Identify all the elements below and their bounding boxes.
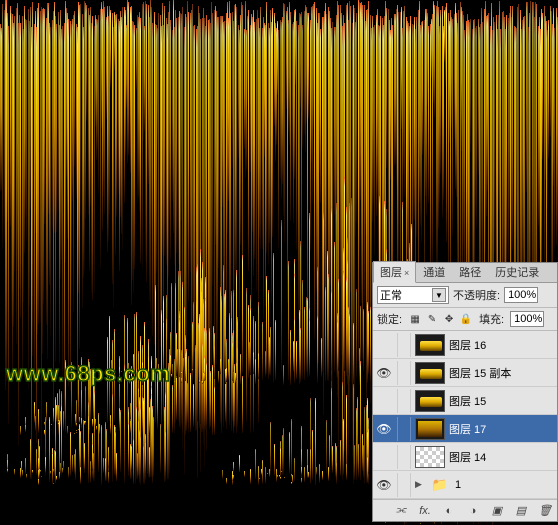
visibility-toggle[interactable]: 👁 bbox=[375, 364, 393, 382]
layer-group-row[interactable]: 👁 ▶ 📁 1 bbox=[373, 471, 557, 499]
layer-name[interactable]: 图层 15 bbox=[449, 393, 555, 409]
layer-row[interactable]: 👁 图层 15 副本 bbox=[373, 359, 557, 387]
layer-row[interactable]: 图层 15 bbox=[373, 387, 557, 415]
lock-position-icon[interactable]: ✥ bbox=[442, 312, 456, 326]
layer-thumb[interactable] bbox=[415, 334, 445, 356]
layer-name[interactable]: 图层 16 bbox=[449, 337, 555, 353]
lock-transparency-icon[interactable]: ▦ bbox=[408, 312, 422, 326]
fill-value[interactable]: 100% bbox=[510, 311, 544, 327]
layers-panel: 图层× 通道 路径 历史记录 正常 ▼ 不透明度: 100% 锁定: ▦ ✎ ✥… bbox=[372, 262, 558, 522]
lock-paint-icon[interactable]: ✎ bbox=[425, 312, 439, 326]
layer-row[interactable]: 图层 16 bbox=[373, 331, 557, 359]
link-col[interactable] bbox=[397, 361, 411, 385]
visibility-toggle[interactable] bbox=[375, 448, 393, 466]
fill-label: 填充: bbox=[479, 311, 504, 327]
watermark-text: www.68ps.com bbox=[6, 361, 170, 387]
blend-opacity-row: 正常 ▼ 不透明度: 100% bbox=[373, 283, 557, 308]
lock-fill-row: 锁定: ▦ ✎ ✥ 🔒 填充: 100% bbox=[373, 308, 557, 331]
fx-icon[interactable]: fx. bbox=[417, 503, 433, 519]
layer-thumb[interactable] bbox=[415, 390, 445, 412]
layer-list: 图层 16 👁 图层 15 副本 图层 15 👁 图层 17 图层 14 bbox=[373, 331, 557, 499]
panel-statusbar: ⫘ fx. ◐ ◑ ▣ ▤ 🗑 bbox=[373, 499, 557, 521]
visibility-toggle[interactable] bbox=[375, 336, 393, 354]
lock-all-icon[interactable]: 🔒 bbox=[459, 312, 473, 326]
folder-icon: 📁 bbox=[429, 476, 451, 494]
link-col[interactable] bbox=[397, 473, 411, 497]
tab-layers-label: 图层 bbox=[380, 267, 402, 279]
group-expand-icon[interactable]: ▶ bbox=[415, 479, 425, 490]
layer-row-selected[interactable]: 👁 图层 17 bbox=[373, 415, 557, 443]
layer-row[interactable]: 图层 14 bbox=[373, 443, 557, 471]
opacity-label: 不透明度: bbox=[453, 287, 500, 303]
tab-history[interactable]: 历史记录 bbox=[488, 261, 546, 283]
link-col[interactable] bbox=[397, 389, 411, 413]
opacity-value[interactable]: 100% bbox=[504, 287, 538, 303]
panel-tabs: 图层× 通道 路径 历史记录 bbox=[373, 263, 557, 283]
layer-thumb[interactable] bbox=[415, 446, 445, 468]
layer-name[interactable]: 图层 17 bbox=[449, 421, 555, 437]
link-col[interactable] bbox=[397, 417, 411, 441]
new-group-icon[interactable]: ▣ bbox=[489, 503, 505, 519]
link-col[interactable] bbox=[397, 333, 411, 357]
visibility-toggle[interactable]: 👁 bbox=[375, 420, 393, 438]
new-layer-icon[interactable]: ▤ bbox=[513, 503, 529, 519]
mask-icon[interactable]: ◐ bbox=[441, 503, 457, 519]
trash-icon[interactable]: 🗑 bbox=[537, 503, 553, 519]
layer-name[interactable]: 图层 15 副本 bbox=[449, 365, 555, 381]
blend-mode-value: 正常 bbox=[380, 287, 402, 303]
link-col[interactable] bbox=[397, 445, 411, 469]
link-layers-icon[interactable]: ⫘ bbox=[393, 503, 409, 519]
lock-label: 锁定: bbox=[377, 311, 402, 327]
tab-paths[interactable]: 路径 bbox=[452, 261, 488, 283]
layer-thumb[interactable] bbox=[415, 362, 445, 384]
tab-close-icon[interactable]: × bbox=[404, 268, 409, 278]
group-name[interactable]: 1 bbox=[455, 479, 555, 491]
tab-layers[interactable]: 图层× bbox=[373, 261, 416, 283]
layer-thumb[interactable] bbox=[415, 418, 445, 440]
tab-channels[interactable]: 通道 bbox=[416, 261, 452, 283]
visibility-toggle[interactable] bbox=[375, 392, 393, 410]
visibility-toggle[interactable]: 👁 bbox=[375, 476, 393, 494]
lock-icons: ▦ ✎ ✥ 🔒 bbox=[408, 312, 473, 326]
adjustment-icon[interactable]: ◑ bbox=[465, 503, 481, 519]
blend-mode-select[interactable]: 正常 ▼ bbox=[377, 286, 449, 304]
layer-name[interactable]: 图层 14 bbox=[449, 449, 555, 465]
chevron-down-icon: ▼ bbox=[432, 288, 446, 302]
